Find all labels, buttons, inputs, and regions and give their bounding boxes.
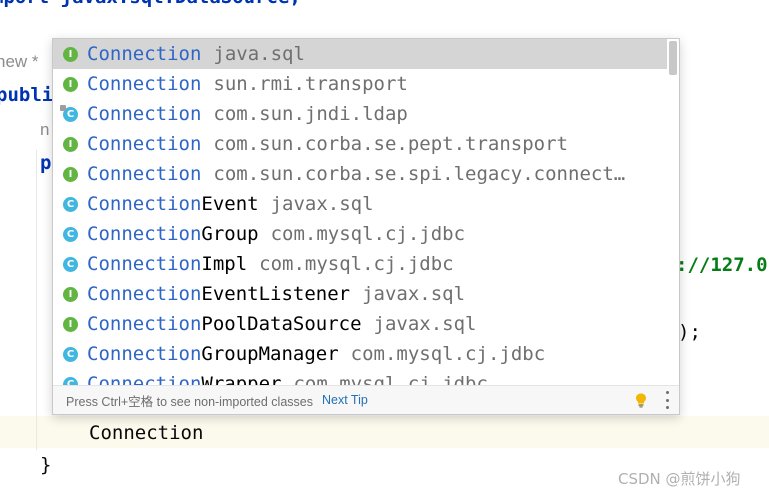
item-package: com.mysql.cj.jdbc: [270, 223, 466, 245]
completion-item[interactable]: C Connection Group com.mysql.cj.jdbc: [53, 219, 667, 249]
class-icon: C: [63, 376, 78, 385]
completion-item[interactable]: I Connection EventListener javax.sql: [53, 279, 667, 309]
item-package: com.sun.jndi.ldap: [213, 103, 408, 125]
item-package: com.sun.corba.se.pept.transport: [213, 133, 568, 155]
item-package: com.mysql.cj.jdbc: [350, 343, 546, 365]
item-match-text: Connection: [87, 223, 202, 245]
item-match-text: Connection: [87, 163, 202, 185]
item-name-rest: GroupManager: [201, 343, 339, 365]
item-package: com.sun.corba.se.spi.legacy.connect…: [213, 163, 626, 185]
completion-item[interactable]: C Connection Wrapper com.mysql.cj.jdbc: [53, 369, 667, 385]
watermark: CSDN @煎饼小狗: [618, 470, 741, 488]
item-match-text: Connection: [87, 103, 202, 125]
item-package: sun.rmi.transport: [213, 73, 408, 95]
item-match-text: Connection: [87, 43, 202, 65]
interface-icon: I: [63, 136, 78, 152]
closing-brace: }: [40, 454, 52, 476]
interface-icon: I: [63, 316, 78, 332]
item-match-text: Connection: [87, 133, 202, 155]
item-package: javax.sql: [270, 193, 374, 215]
lock-icon: [60, 105, 66, 111]
next-tip-link[interactable]: Next Tip: [322, 393, 368, 407]
item-match-text: Connection: [87, 373, 202, 385]
typed-text[interactable]: Connection: [89, 422, 203, 444]
item-match-text: Connection: [87, 253, 202, 275]
more-vertical-icon[interactable]: [665, 391, 669, 409]
completion-item[interactable]: I Connection PoolDataSource javax.sql: [53, 309, 667, 339]
scrollbar-thumb[interactable]: [669, 41, 677, 75]
item-name-rest: PoolDataSource: [201, 313, 362, 335]
completion-item[interactable]: C Connection Event javax.sql: [53, 189, 667, 219]
code-line-usage-hint: new *: [0, 52, 39, 71]
completion-footer: Press Ctrl+空格 to see non-imported classe…: [53, 385, 679, 414]
lightbulb-icon[interactable]: [633, 392, 649, 408]
item-package: com.mysql.cj.jdbc: [259, 253, 454, 275]
code-line-p: p: [40, 152, 52, 174]
completion-item[interactable]: I Connection com.sun.corba.se.pept.transpo…: [53, 129, 667, 159]
item-package: javax.sql: [362, 283, 466, 305]
completion-item[interactable]: I Connection com.sun.corba.se.spi.legacy.c…: [53, 159, 667, 189]
class-icon: C: [63, 196, 78, 212]
code-string-fragment: ://127.0: [676, 254, 768, 276]
class-icon: C: [63, 346, 78, 362]
completion-item[interactable]: I Connection java.sql: [53, 39, 667, 69]
completion-popup[interactable]: I Connection java.sql I Connection sun.rmi.tr…: [52, 38, 680, 415]
item-package: com.mysql.cj.jdbc: [293, 373, 488, 385]
item-match-text: Connection: [87, 283, 202, 305]
indent-guide: [36, 150, 37, 450]
item-name-rest: Group: [201, 223, 259, 245]
class-icon: C: [63, 226, 78, 242]
item-name-rest: Event: [201, 193, 259, 215]
completion-item[interactable]: C Connection Impl com.mysql.cj.jdbc: [53, 249, 667, 279]
code-editor[interactable]: mport javax.sql.DataSource; new * publi …: [0, 0, 769, 498]
item-match-text: Connection: [87, 73, 202, 95]
item-match-text: Connection: [87, 313, 202, 335]
import-statement: mport javax.sql.DataSource;: [0, 0, 301, 8]
completion-item[interactable]: I Connection sun.rmi.transport: [53, 69, 667, 99]
item-name-rest: Impl: [201, 253, 248, 275]
code-line-import: mport javax.sql.DataSource;: [0, 0, 301, 8]
class-icon: C: [63, 256, 78, 272]
completion-item[interactable]: C Connection com.sun.jndi.ldap: [53, 99, 667, 129]
completion-list[interactable]: I Connection java.sql I Connection sun.rmi.tr…: [53, 39, 667, 385]
item-match-text: Connection: [87, 343, 202, 365]
code-paren-fragment: );: [678, 321, 701, 343]
interface-icon: I: [63, 46, 78, 62]
interface-icon: I: [63, 76, 78, 92]
interface-icon: I: [63, 166, 78, 182]
item-name-rest: EventListener: [201, 283, 351, 305]
code-line-public: publi: [0, 84, 54, 106]
interface-icon: I: [63, 286, 78, 302]
item-match-text: Connection: [87, 193, 202, 215]
item-package: java.sql: [213, 43, 305, 65]
completion-item[interactable]: C Connection GroupManager com.mysql.cj.jdbc: [53, 339, 667, 369]
completion-scrollbar[interactable]: [669, 41, 677, 371]
item-name-rest: Wrapper: [201, 373, 282, 385]
footer-hint: Press Ctrl+空格 to see non-imported classe…: [66, 394, 313, 409]
item-package: javax.sql: [373, 313, 477, 335]
code-line-n: n: [40, 120, 50, 139]
